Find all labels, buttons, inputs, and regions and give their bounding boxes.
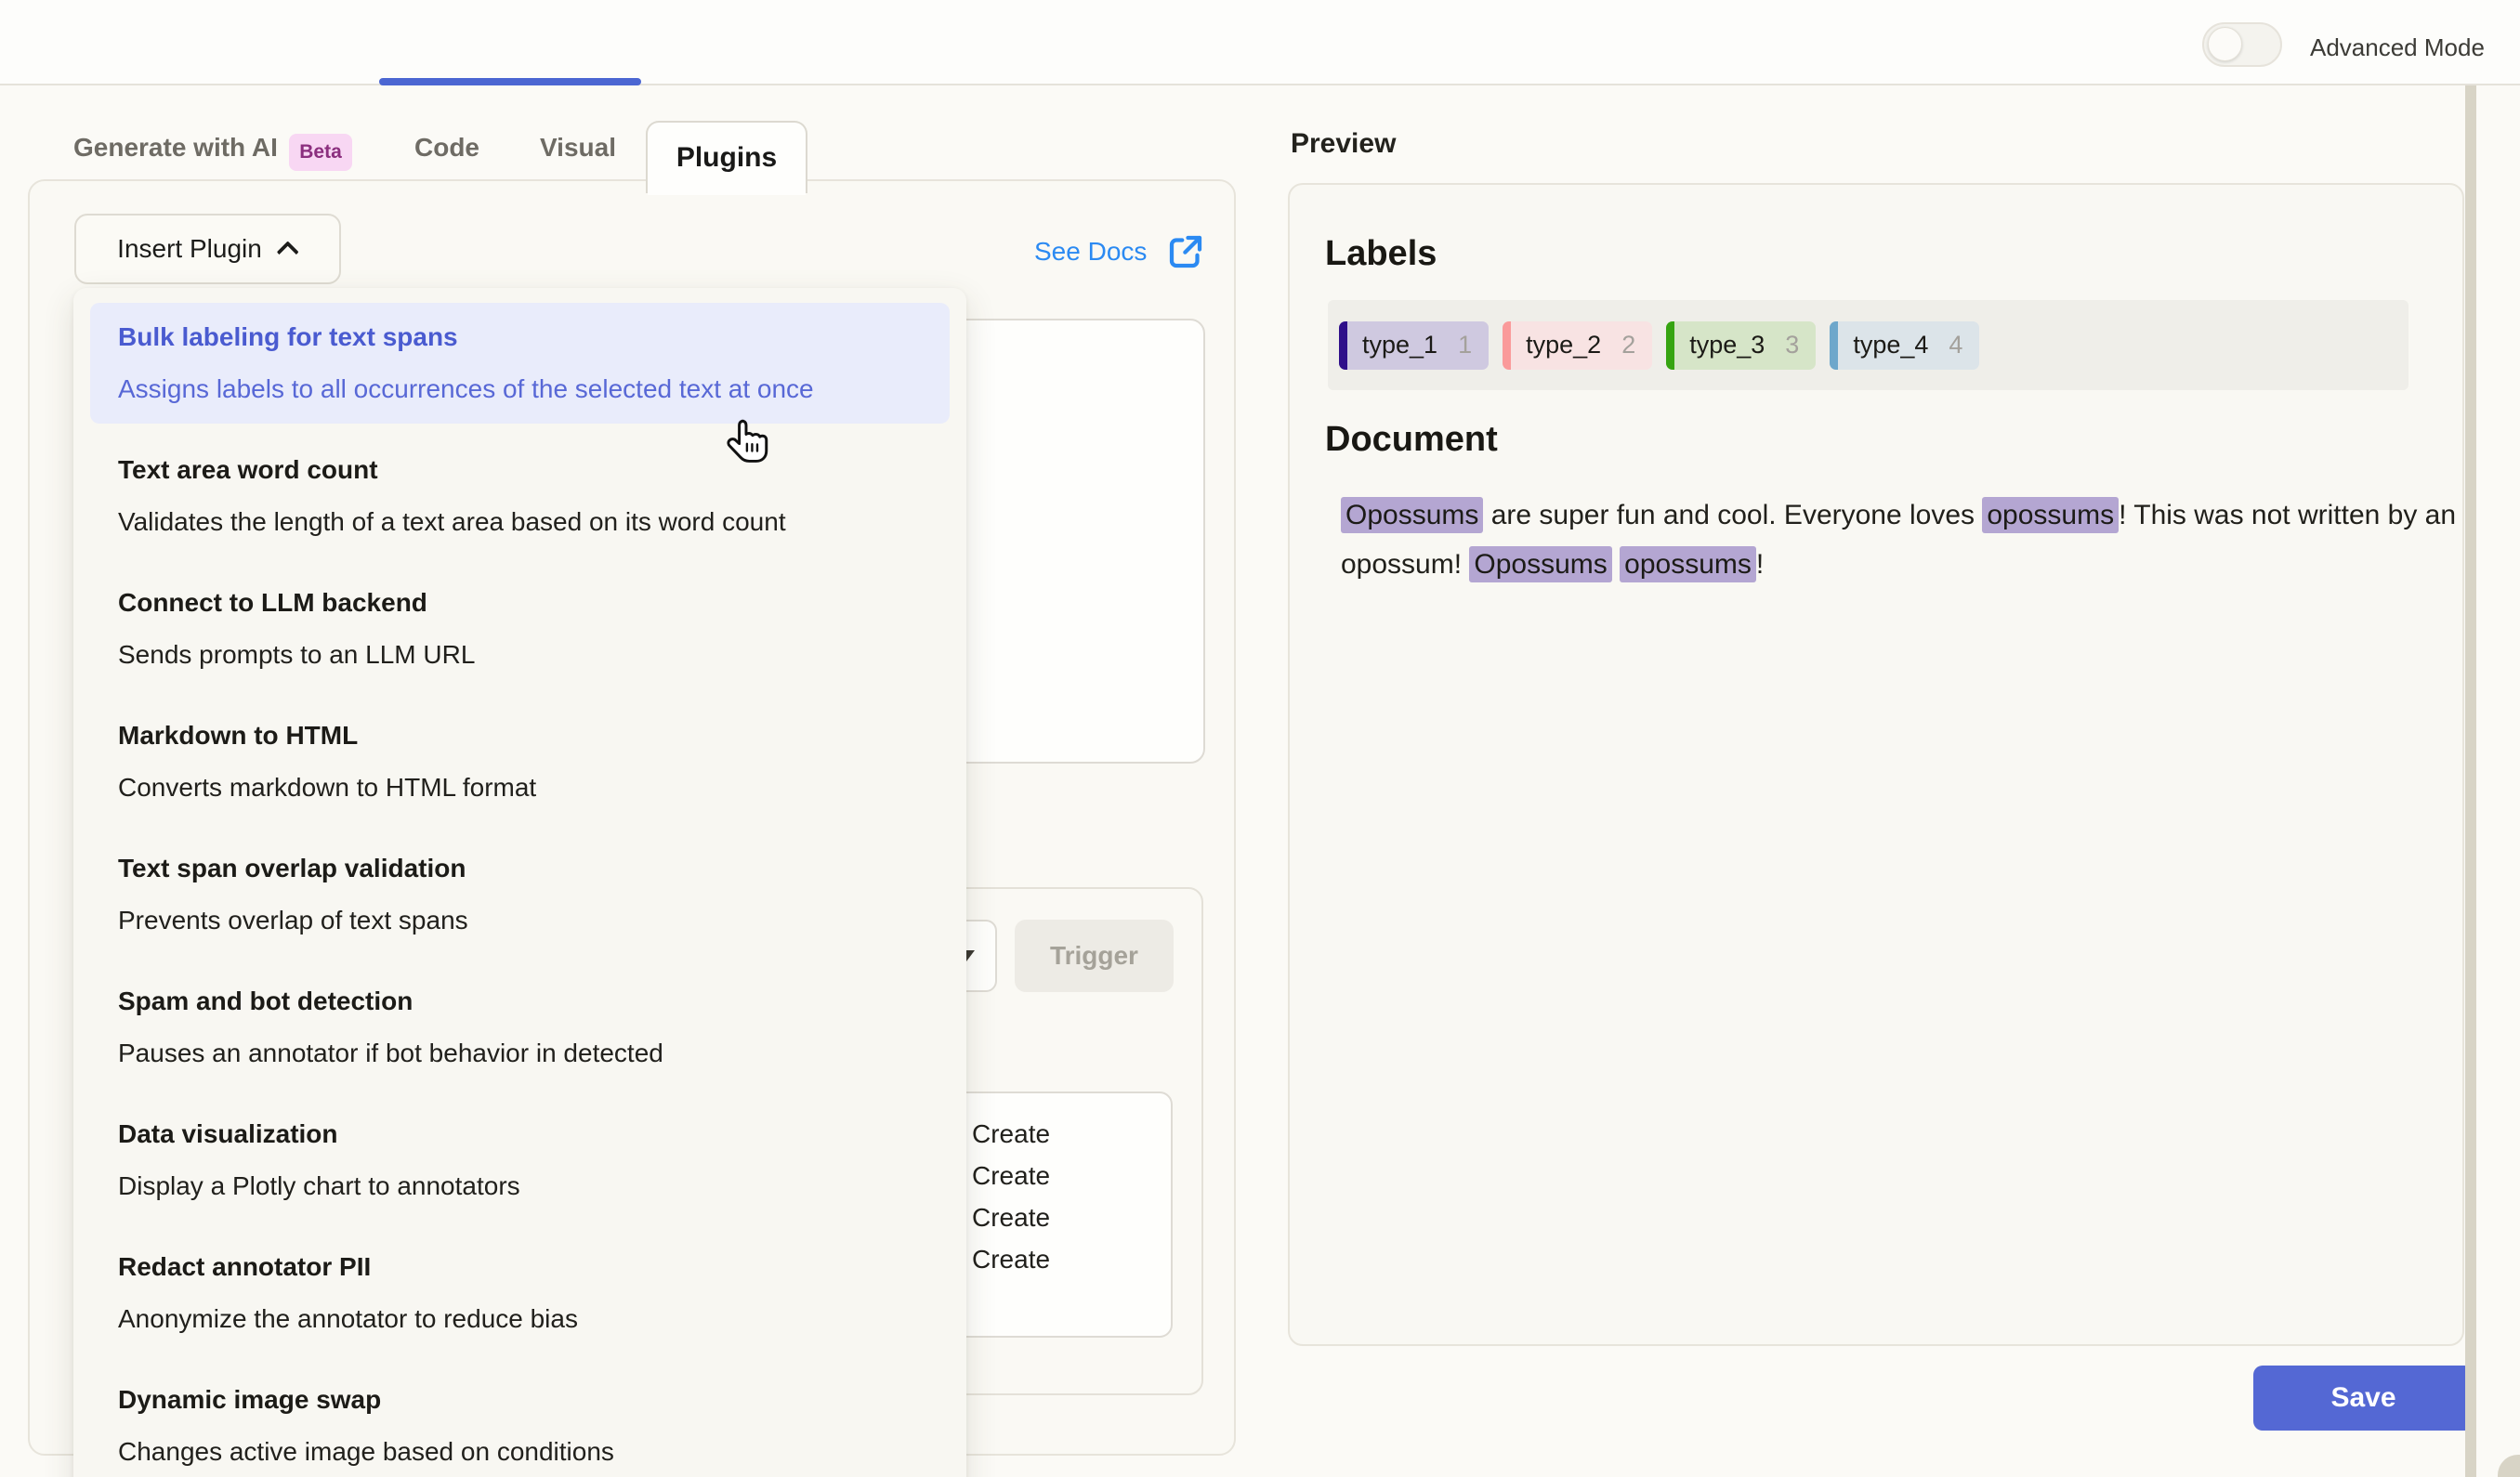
trigger-button-label: Trigger <box>1050 941 1138 971</box>
plugin-menu-item-title: Dynamic image swap <box>118 1379 922 1420</box>
trigger-button[interactable]: Trigger <box>1015 920 1174 992</box>
active-tab-underline <box>379 78 641 85</box>
top-header <box>0 0 2520 85</box>
plugin-menu-item-description: Converts markdown to HTML format <box>118 767 922 808</box>
toggle-knob <box>2208 27 2242 61</box>
label-chip-color-bar <box>1666 321 1674 370</box>
plugin-menu-item[interactable]: Spam and bot detection Pauses an annotato… <box>90 967 950 1088</box>
highlighted-span[interactable]: opossums <box>1982 497 2119 533</box>
label-chip-color-bar <box>1503 321 1511 370</box>
label-chip-hotkey: 3 <box>1785 331 1799 359</box>
plugin-menu-item-title: Text area word count <box>118 450 922 490</box>
document-heading: Document <box>1325 420 1498 460</box>
plugin-menu-item-description: Display a Plotly chart to annotators <box>118 1166 922 1207</box>
plugin-menu-item-description: Sends prompts to an LLM URL <box>118 634 922 675</box>
plugin-menu-item[interactable]: Connect to LLM backend Sends prompts to a… <box>90 569 950 689</box>
label-chip-text: type_1 <box>1362 331 1437 359</box>
plugin-menu-item[interactable]: Text area word count Validates the length… <box>90 436 950 556</box>
label-chip-type_1[interactable]: type_1 1 <box>1339 321 1489 370</box>
external-link-icon <box>1167 233 1204 270</box>
event-row-create[interactable]: Create <box>972 1196 1050 1238</box>
label-chip-text: type_2 <box>1526 331 1601 359</box>
insert-plugin-label: Insert Plugin <box>117 234 262 264</box>
plugin-menu-item-description: Validates the length of a text area base… <box>118 502 922 542</box>
plugin-menu-item-description: Assigns labels to all occurrences of the… <box>118 369 922 410</box>
tab-code-label: Code <box>414 133 479 163</box>
event-row-create[interactable]: Create <box>972 1238 1050 1280</box>
highlighted-span[interactable]: Opossums <box>1341 497 1483 533</box>
plugin-menu-item-description: Changes active image based on conditions <box>118 1431 922 1472</box>
highlighted-span[interactable]: opossums <box>1620 546 1756 582</box>
preview-title: Preview <box>1291 128 1396 160</box>
insert-plugin-dropdown-menu: Bulk labeling for text spans Assigns labe… <box>73 288 966 1477</box>
advanced-mode-toggle[interactable] <box>2202 22 2282 67</box>
plugin-menu-item-description: Prevents overlap of text spans <box>118 900 922 941</box>
label-chip-type_4[interactable]: type_4 4 <box>1830 321 1979 370</box>
label-chip-type_3[interactable]: type_3 3 <box>1666 321 1816 370</box>
plugin-menu-item-title: Data visualization <box>118 1114 922 1155</box>
see-docs-link[interactable]: See Docs <box>1034 229 1204 275</box>
highlighted-span[interactable]: Opossums <box>1469 546 1611 582</box>
plugin-menu-item[interactable]: Data visualization Display a Plotly chart… <box>90 1100 950 1221</box>
beta-badge: Beta <box>289 134 352 171</box>
chevron-up-icon <box>276 241 298 263</box>
tab-code[interactable]: Code <box>414 111 479 184</box>
label-chip-color-bar <box>1830 321 1838 370</box>
labels-heading: Labels <box>1325 234 1437 274</box>
events-list: CreateCreateCreateCreate <box>972 1113 1050 1280</box>
plugin-menu-item-title: Connect to LLM backend <box>118 582 922 623</box>
plugin-menu-item-title: Spam and bot detection <box>118 981 922 1022</box>
plugin-menu-item[interactable]: Text span overlap validation Prevents ove… <box>90 834 950 955</box>
tab-generate-with-ai-label: Generate with AI <box>73 133 278 163</box>
plugin-menu-item-description: Pauses an annotator if bot behavior in d… <box>118 1033 922 1074</box>
plugin-menu-item-title: Bulk labeling for text spans <box>118 317 922 358</box>
vertical-scrollbar[interactable] <box>2465 85 2476 1477</box>
labels-strip: type_1 1 type_2 2 type_3 3 type_4 4 <box>1328 300 2408 390</box>
plugin-menu-item[interactable]: Bulk labeling for text spans Assigns labe… <box>90 303 950 424</box>
insert-plugin-button[interactable]: Insert Plugin <box>74 214 341 284</box>
event-row-create[interactable]: Create <box>972 1113 1050 1155</box>
tab-generate-with-ai[interactable]: Generate with AI <box>73 111 278 184</box>
advanced-mode-label: Advanced Mode <box>2310 33 2485 62</box>
see-docs-label: See Docs <box>1034 237 1147 267</box>
plugin-menu-item-title: Text span overlap validation <box>118 848 922 889</box>
plugin-menu-item[interactable]: Dynamic image swap Changes active image b… <box>90 1366 950 1477</box>
label-chip-type_2[interactable]: type_2 2 <box>1503 321 1652 370</box>
save-button[interactable]: Save <box>2253 1366 2474 1431</box>
document-text[interactable]: Opossums are super fun and cool. Everyon… <box>1341 490 2465 589</box>
label-chip-text: type_3 <box>1689 331 1765 359</box>
plugin-menu-item-title: Markdown to HTML <box>118 715 922 756</box>
plugin-menu-item[interactable]: Redact annotator PII Anonymize the annota… <box>90 1233 950 1353</box>
save-button-label: Save <box>2330 1382 2395 1414</box>
event-row-create[interactable]: Create <box>972 1155 1050 1196</box>
plugin-menu-item-title: Redact annotator PII <box>118 1247 922 1287</box>
scrollbar-corner <box>2498 1455 2520 1477</box>
plugin-menu-item-description: Anonymize the annotator to reduce bias <box>118 1299 922 1340</box>
label-chip-text: type_4 <box>1853 331 1928 359</box>
label-chip-hotkey: 1 <box>1458 331 1472 359</box>
plugin-menu-item[interactable]: Markdown to HTML Converts markdown to HTM… <box>90 701 950 822</box>
tab-visual[interactable]: Visual <box>540 111 616 184</box>
label-chip-hotkey: 2 <box>1621 331 1635 359</box>
tab-plugins-apron <box>648 182 806 195</box>
tab-plugins-label: Plugins <box>676 142 777 174</box>
label-chip-hotkey: 4 <box>1949 331 1962 359</box>
label-chip-color-bar <box>1339 321 1347 370</box>
tab-visual-label: Visual <box>540 133 616 163</box>
